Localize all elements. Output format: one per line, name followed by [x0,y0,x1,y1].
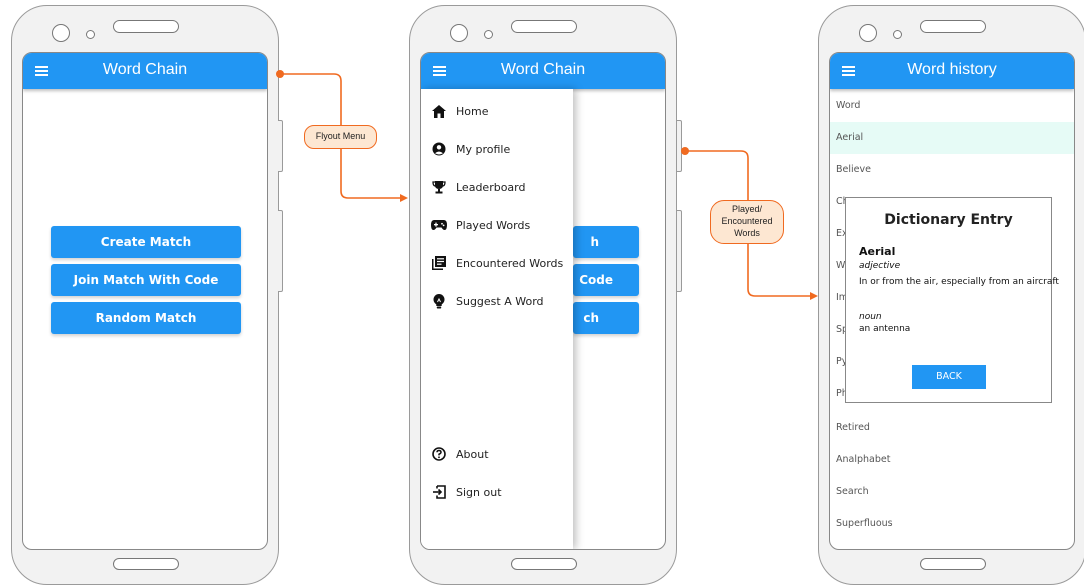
list-header: Word [836,100,861,111]
front-camera [52,24,70,42]
word-row[interactable]: Search [830,476,1074,508]
sensor [86,30,95,39]
arrowhead [810,292,818,300]
sensor [484,30,493,39]
screen: Word history Word Aerial Believe Ch Ex W… [829,52,1075,550]
menu-label: About [456,447,489,461]
menu-item-played-words[interactable]: Played Words [431,215,530,235]
join-match-button[interactable]: Join Match With Code [51,264,241,296]
word-row[interactable]: Superfluous [830,508,1074,540]
part-of-speech: noun [859,312,882,322]
connector-start-dot [681,147,689,155]
menu-item-suggest-a-word[interactable]: Suggest A Word [431,291,544,311]
word-row[interactable]: Believe [830,154,1074,186]
join-match-button-partial[interactable]: Code [573,264,639,296]
app-bar: Word Chain [421,53,665,89]
sensor [893,30,902,39]
create-match-button-partial[interactable]: h [573,226,639,258]
back-button[interactable]: BACK [912,365,986,389]
side-button [278,210,283,292]
app-bar: Word Chain [23,53,267,89]
speaker [511,20,577,33]
trophy-icon [431,179,447,195]
side-button [677,120,682,172]
definition: In or from the air, especially from an a… [859,277,1059,287]
random-match-button-partial[interactable]: ch [573,302,639,334]
phone-flyout-menu: Word Chain h Code ch Home My profile Lea… [409,5,677,585]
menu-label: Leaderboard [456,180,526,194]
app-title: Word Chain [500,61,586,78]
dialog-title: Dictionary Entry [884,212,1013,228]
menu-label: My profile [456,142,511,156]
navigation-drawer: Home My profile Leaderboard Played Words… [421,89,573,549]
menu-label: Suggest A Word [456,294,544,308]
menu-item-encountered-words[interactable]: Encountered Words [431,253,563,273]
profile-icon [431,141,447,157]
library-icon [431,255,447,271]
create-match-button[interactable]: Create Match [51,226,241,258]
home-bar [920,558,986,570]
screen: Word Chain Create Match Join Match With … [22,52,268,550]
menu-label: Sign out [456,485,502,499]
word-row[interactable]: Retired [830,412,1074,444]
flyout-menu-annotation: Flyout Menu [304,125,377,149]
word-row[interactable]: Aerial [830,122,1074,154]
menu-item-about[interactable]: About [431,444,489,464]
menu-item-sign-out[interactable]: Sign out [431,482,502,502]
entry-word: Aerial [859,245,896,258]
menu-label: Encountered Words [456,256,564,270]
app-bar: Word history [830,53,1074,89]
screen: Word Chain h Code ch Home My profile Lea… [420,52,666,550]
gamepad-icon [431,217,447,233]
menu-label: Home [456,104,489,118]
menu-label: Played Words [456,218,531,232]
phone-word-history: Word history Word Aerial Believe Ch Ex W… [818,5,1084,585]
home-bar [113,558,179,570]
app-title: Word Chain [102,61,188,78]
part-of-speech: adjective [859,261,901,271]
menu-item-leaderboard[interactable]: Leaderboard [431,177,525,197]
front-camera [450,24,468,42]
arrowhead [400,194,408,202]
speaker [920,20,986,33]
app-title: Word history [907,61,997,78]
word-row[interactable]: Analphabet [830,444,1074,476]
dictionary-entry-dialog: Dictionary Entry Aerial adjective In or … [845,197,1059,403]
definition: an antenna [859,324,911,334]
help-icon [431,446,447,462]
side-button [677,210,682,292]
lightbulb-icon [431,293,447,309]
home-bar [511,558,577,570]
home-icon [431,103,447,119]
played-encountered-annotation: Played/ Encountered Words [710,200,784,244]
phone-home-screen: Word Chain Create Match Join Match With … [11,5,279,585]
menu-item-home[interactable]: Home [431,101,488,121]
speaker [113,20,179,33]
front-camera [859,24,877,42]
sign-out-icon [431,484,447,500]
side-button [278,120,283,172]
random-match-button[interactable]: Random Match [51,302,241,334]
menu-item-my-profile[interactable]: My profile [431,139,510,159]
